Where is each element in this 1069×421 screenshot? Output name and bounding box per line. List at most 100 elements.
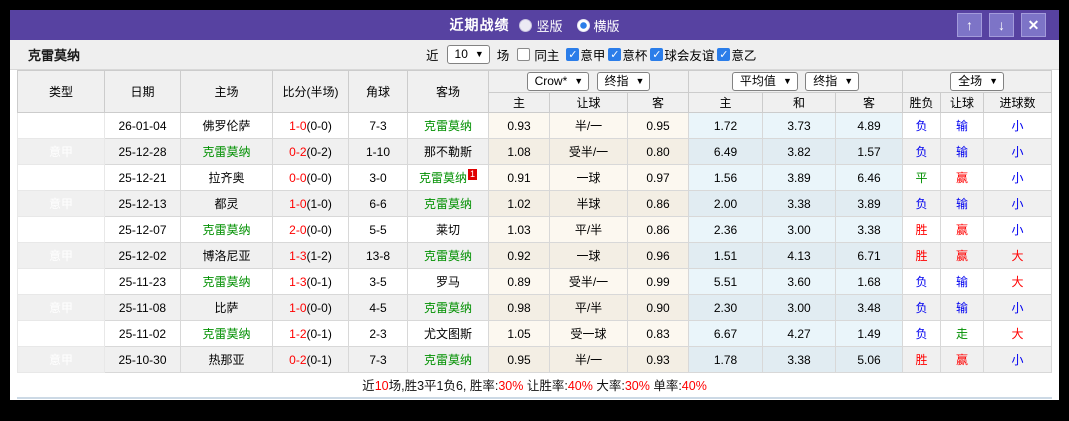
home-team-name[interactable]: 佛罗伦萨 <box>181 113 273 139</box>
away-team-name[interactable]: 克雷莫纳 <box>408 347 489 373</box>
recent-results-window: 近期战绩 竖版横版 ↑ ↓ ✕ 克雷莫纳 近 10 ▼ 场 同主 ✓意甲✓意杯✓… <box>10 10 1059 400</box>
red-card-badge: 1 <box>468 169 477 180</box>
league-badge[interactable]: 意甲 <box>18 113 105 139</box>
score-cell: 0-2(0-2) <box>273 139 349 165</box>
move-down-button[interactable]: ↓ <box>989 13 1014 37</box>
radio-icon <box>577 19 590 32</box>
score-cell: 1-3(0-1) <box>273 269 349 295</box>
euro-draw-odds: 3.82 <box>763 139 836 165</box>
move-up-button[interactable]: ↑ <box>957 13 982 37</box>
handicap-result: 输 <box>941 269 984 295</box>
same-home-checkbox[interactable] <box>517 48 530 61</box>
score-cell: 1-2(0-1) <box>273 321 349 347</box>
euro-source-select[interactable]: 平均值▼ <box>732 72 798 91</box>
away-team-name[interactable]: 克雷莫纳 <box>408 295 489 321</box>
league-filter-label: 意杯 <box>622 45 647 64</box>
euro-away-odds: 5.06 <box>836 347 903 373</box>
checkbox-icon: ✓ <box>717 48 730 61</box>
home-team-name[interactable]: 克雷莫纳 <box>181 139 273 165</box>
asian-away-odds: 0.80 <box>628 139 689 165</box>
euro-away-odds: 1.57 <box>836 139 903 165</box>
same-home-label: 同主 <box>534 45 559 64</box>
summary-stat-value: 30% <box>625 379 650 393</box>
league-filter-意乙[interactable]: ✓意乙 <box>717 45 756 64</box>
league-badge[interactable]: 意甲 <box>18 165 105 191</box>
league-filter-意杯[interactable]: ✓意杯 <box>608 45 647 64</box>
asian-handicap: 半/一 <box>550 347 628 373</box>
league-badge[interactable]: 意甲 <box>18 321 105 347</box>
score-cell: 2-0(0-0) <box>273 217 349 243</box>
col-header-goals-result: 进球数 <box>984 93 1052 113</box>
score-cell: 1-0(1-0) <box>273 191 349 217</box>
window-buttons: ↑ ↓ ✕ <box>957 13 1046 37</box>
table-row: 意甲25-11-08比萨1-0(0-0)4-5克雷莫纳0.98平/半0.902.… <box>18 295 1052 321</box>
chevron-down-icon: ▼ <box>475 50 484 59</box>
league-filter-意甲[interactable]: ✓意甲 <box>566 45 605 64</box>
handicap-result: 输 <box>941 191 984 217</box>
summary-text: 让胜率: <box>523 379 567 393</box>
col-header-euro-draw: 和 <box>763 93 836 113</box>
asian-home-odds: 0.89 <box>489 269 550 295</box>
away-team-name[interactable]: 莱切 <box>408 217 489 243</box>
euro-odds-group-header: 平均值▼ 终指▼ <box>689 71 903 93</box>
match-result: 胜 <box>903 243 941 269</box>
handicap-result: 走 <box>941 321 984 347</box>
away-team-name[interactable]: 克雷莫纳1 <box>408 165 489 191</box>
radio-horizontal-layout[interactable]: 横版 <box>577 16 620 35</box>
euro-away-odds: 3.38 <box>836 217 903 243</box>
match-date: 25-11-08 <box>105 295 181 321</box>
goals-result: 小 <box>984 217 1052 243</box>
league-filter-label: 意乙 <box>731 45 756 64</box>
match-result: 负 <box>903 269 941 295</box>
league-badge[interactable]: 意甲 <box>18 243 105 269</box>
handicap-result: 赢 <box>941 165 984 191</box>
asian-home-odds: 0.91 <box>489 165 550 191</box>
home-team-name[interactable]: 克雷莫纳 <box>181 269 273 295</box>
euro-odds-type-select[interactable]: 终指▼ <box>805 72 859 91</box>
away-team-name[interactable]: 克雷莫纳 <box>408 191 489 217</box>
summary-text: 近 <box>362 379 375 393</box>
home-team-name[interactable]: 拉齐奥 <box>181 165 273 191</box>
home-team-name[interactable]: 热那亚 <box>181 347 273 373</box>
home-team-name[interactable]: 克雷莫纳 <box>181 217 273 243</box>
away-team-name[interactable]: 罗马 <box>408 269 489 295</box>
away-team-name[interactable]: 克雷莫纳 <box>408 113 489 139</box>
period-select[interactable]: 全场▼ <box>950 72 1004 91</box>
bookmaker-select[interactable]: Crow*▼ <box>527 72 590 91</box>
match-result: 负 <box>903 113 941 139</box>
goals-result: 大 <box>984 269 1052 295</box>
col-header-home: 主场 <box>181 71 273 113</box>
euro-draw-odds: 4.13 <box>763 243 836 269</box>
table-row: 意甲25-12-13都灵1-0(1-0)6-6克雷莫纳1.02半球0.862.0… <box>18 191 1052 217</box>
league-filter-球会友谊[interactable]: ✓球会友谊 <box>650 45 714 64</box>
col-header-type: 类型 <box>18 71 105 113</box>
goals-result: 小 <box>984 191 1052 217</box>
asian-odds-type-select[interactable]: 终指▼ <box>597 72 651 91</box>
league-badge[interactable]: 意甲 <box>18 269 105 295</box>
away-team-name[interactable]: 那不勒斯 <box>408 139 489 165</box>
league-badge[interactable]: 意甲 <box>18 191 105 217</box>
match-date: 25-12-28 <box>105 139 181 165</box>
summary-line: 近10场,胜3平1负6, 胜率:30% 让胜率:40% 大率:30% 单率:40… <box>17 373 1052 399</box>
summary-stat-value: 40% <box>682 379 707 393</box>
league-badge[interactable]: 意甲 <box>18 347 105 373</box>
radio-vertical-layout[interactable]: 竖版 <box>519 16 562 35</box>
match-date: 25-11-23 <box>105 269 181 295</box>
home-team-name[interactable]: 都灵 <box>181 191 273 217</box>
league-badge[interactable]: 意甲 <box>18 139 105 165</box>
home-team-name[interactable]: 博洛尼亚 <box>181 243 273 269</box>
league-badge[interactable]: 意甲 <box>18 295 105 321</box>
league-badge[interactable]: 意甲 <box>18 217 105 243</box>
away-team-name[interactable]: 尤文图斯 <box>408 321 489 347</box>
euro-away-odds: 3.48 <box>836 295 903 321</box>
asian-handicap: 半/一 <box>550 113 628 139</box>
home-team-name[interactable]: 比萨 <box>181 295 273 321</box>
euro-draw-odds: 3.00 <box>763 217 836 243</box>
close-button[interactable]: ✕ <box>1021 13 1046 37</box>
match-count-select[interactable]: 10 ▼ <box>447 45 490 64</box>
away-team-name[interactable]: 克雷莫纳 <box>408 243 489 269</box>
asian-home-odds: 1.02 <box>489 191 550 217</box>
table-row: 意甲25-12-02博洛尼亚1-3(1-2)13-8克雷莫纳0.92一球0.96… <box>18 243 1052 269</box>
table-row: 意甲25-12-21拉齐奥0-0(0-0)3-0克雷莫纳10.91一球0.971… <box>18 165 1052 191</box>
home-team-name[interactable]: 克雷莫纳 <box>181 321 273 347</box>
